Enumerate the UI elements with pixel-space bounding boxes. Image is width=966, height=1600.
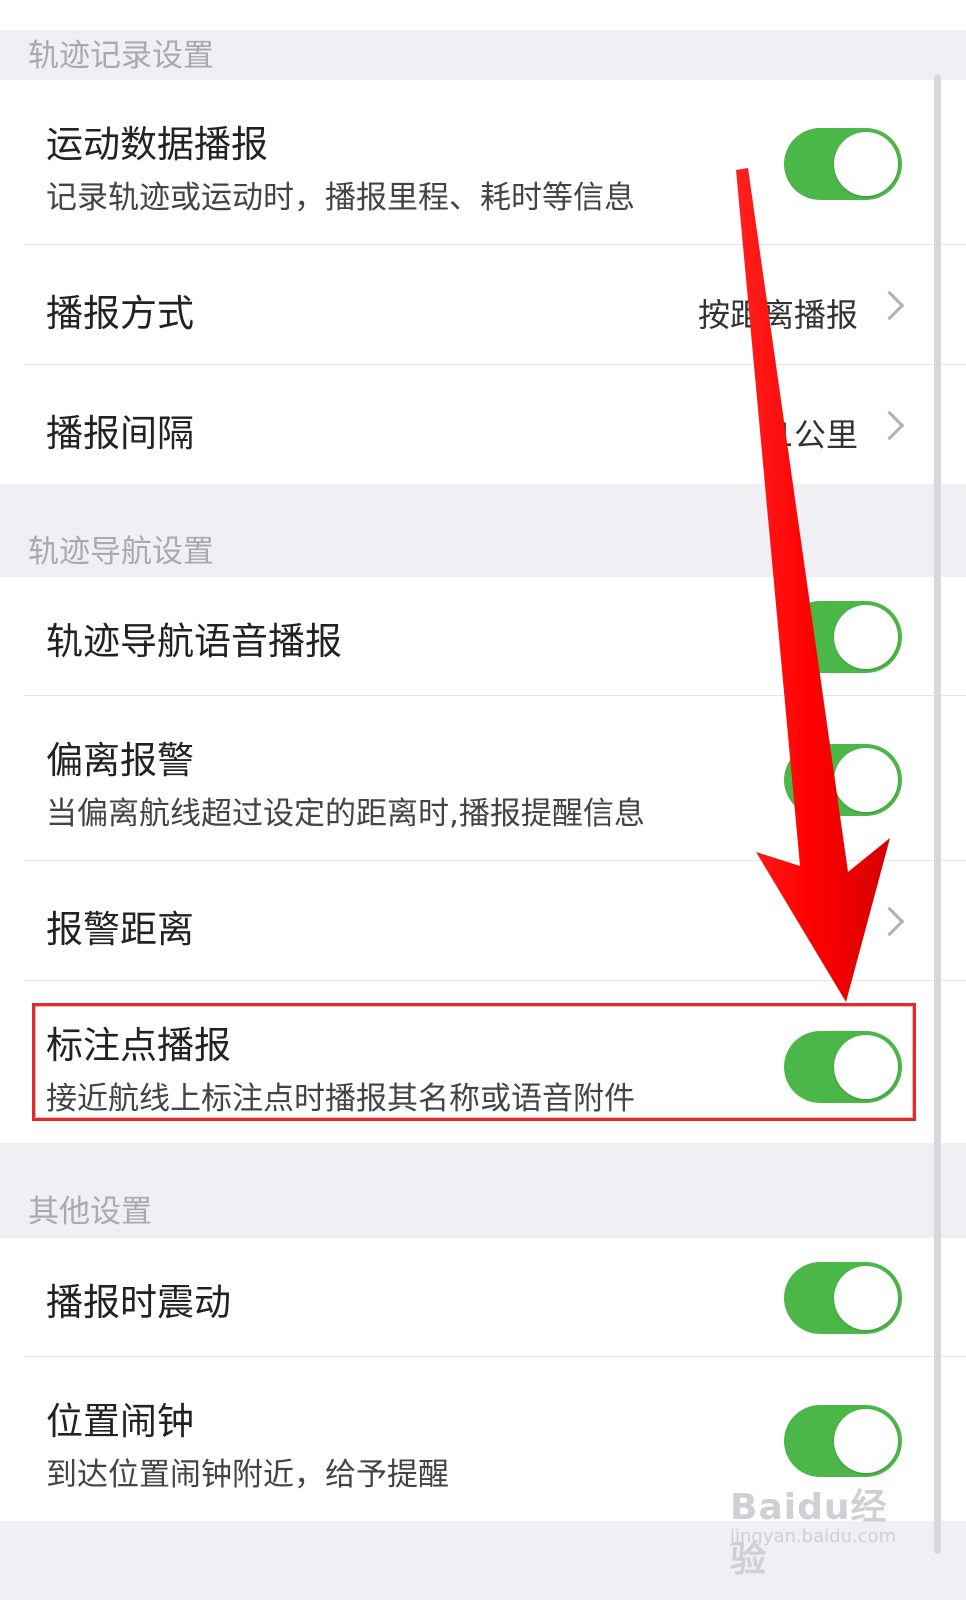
watermark: Baidu经验 jingyan.baidu.com bbox=[720, 1470, 920, 1580]
watermark-url: jingyan.baidu.com bbox=[730, 1526, 897, 1547]
red-arrow-icon bbox=[736, 168, 890, 1002]
